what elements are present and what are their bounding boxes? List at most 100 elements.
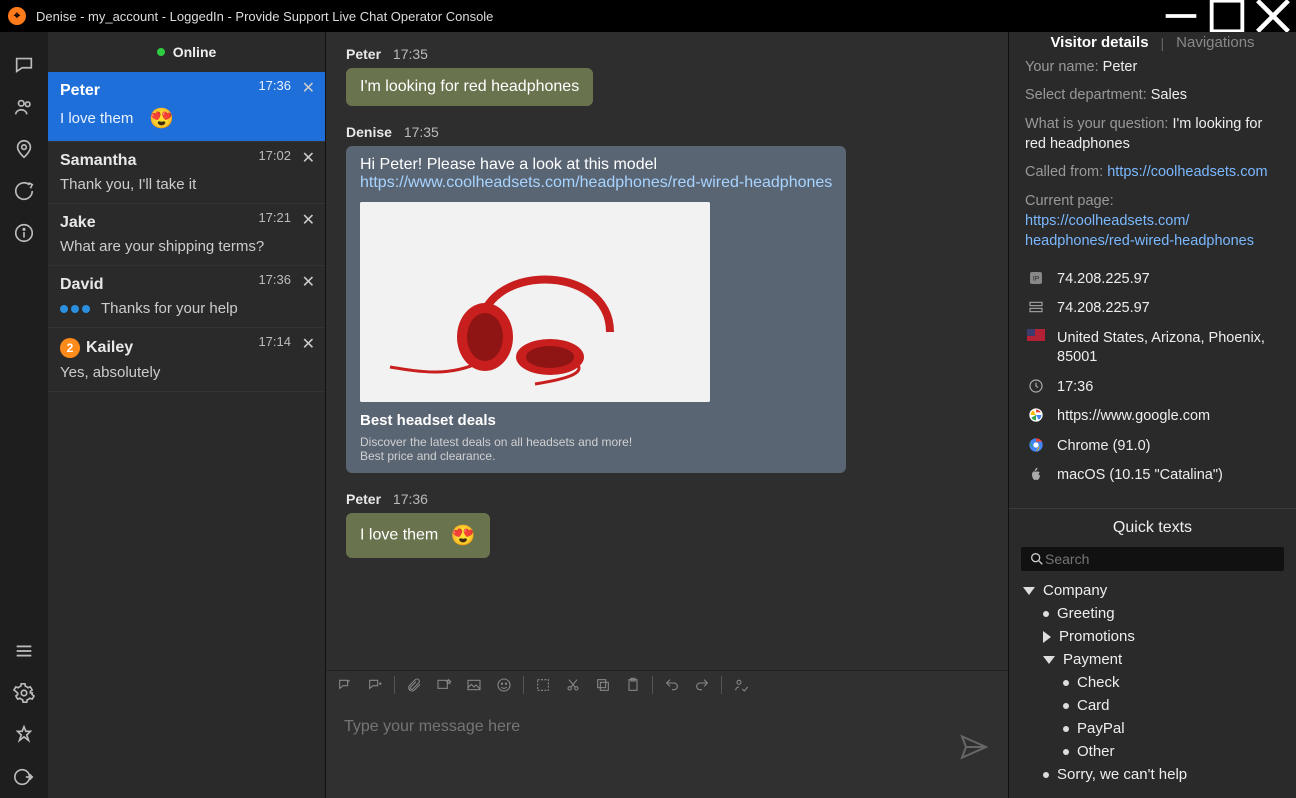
- transfer-chat-icon[interactable]: [334, 674, 356, 696]
- tab-visitor-details[interactable]: Visitor details: [1050, 34, 1148, 51]
- qt-node-check[interactable]: Check: [1023, 671, 1282, 694]
- qt-node-sorry[interactable]: Sorry, we can't help: [1023, 763, 1282, 786]
- qt-node-other[interactable]: Other: [1023, 740, 1282, 763]
- conversation-name: Jake: [60, 214, 96, 232]
- rail-badge-icon[interactable]: [0, 714, 48, 756]
- undo-icon[interactable]: [661, 674, 683, 696]
- conversation-item[interactable]: Peter 17:36 ✕ I love them😍: [48, 72, 325, 142]
- paste-icon[interactable]: [622, 674, 644, 696]
- message-time: 17:36: [393, 491, 428, 507]
- nav-rail: [0, 32, 48, 798]
- conversation-item[interactable]: 2Kailey 17:14 ✕ Yes, absolutely: [48, 328, 325, 392]
- conversation-name: Peter: [60, 82, 100, 100]
- message-bubble: I'm looking for red headphones: [346, 68, 593, 106]
- attach-icon[interactable]: [403, 674, 425, 696]
- bullet-icon: [1063, 726, 1069, 732]
- heart-eyes-emoji: 😍: [451, 525, 476, 547]
- bullet-icon: [1063, 680, 1069, 686]
- close-conversation-icon[interactable]: ✕: [302, 210, 315, 230]
- unread-badge: 2: [60, 338, 80, 358]
- message-bubble: Hi Peter! Please have a look at this mod…: [346, 146, 846, 473]
- spellcheck-icon[interactable]: [730, 674, 752, 696]
- status-dot-icon: [157, 48, 165, 56]
- message-operator: Denise 17:35 Hi Peter! Please have a loo…: [346, 124, 988, 473]
- qt-node-promotions[interactable]: Promotions: [1023, 625, 1282, 648]
- window-title: Denise - my_account - LoggedIn - Provide…: [36, 9, 493, 24]
- conversation-time: 17:14: [258, 334, 291, 349]
- composer-toolbar: [326, 670, 1008, 698]
- called-from-link[interactable]: https://coolheadsets.com: [1107, 164, 1267, 180]
- emoji-icon: 😍: [149, 106, 174, 131]
- qt-node-payment[interactable]: Payment: [1023, 648, 1282, 671]
- close-conversation-icon[interactable]: ✕: [302, 334, 315, 354]
- minimize-button[interactable]: [1158, 0, 1204, 32]
- rail-chats-icon[interactable]: [0, 44, 48, 86]
- rail-logout-icon[interactable]: [0, 756, 48, 798]
- close-window-button[interactable]: [1250, 0, 1296, 32]
- qt-node-paypal[interactable]: PayPal: [1023, 717, 1282, 740]
- send-button[interactable]: [958, 731, 990, 766]
- rail-info-icon[interactable]: [0, 212, 48, 254]
- copy-icon[interactable]: [592, 674, 614, 696]
- rail-location-icon[interactable]: [0, 128, 48, 170]
- rail-settings-icon[interactable]: [0, 672, 48, 714]
- image-star-icon[interactable]: [433, 674, 455, 696]
- emoji-icon[interactable]: [493, 674, 515, 696]
- operator-status[interactable]: Online: [48, 32, 325, 72]
- bullet-icon: [1043, 772, 1049, 778]
- conversation-preview: Thanks for your help: [60, 300, 313, 317]
- google-icon: [1027, 407, 1045, 423]
- maximize-button[interactable]: [1204, 0, 1250, 32]
- message-sender: Denise: [346, 124, 392, 140]
- expand-icon: [1023, 587, 1035, 595]
- quick-texts-panel: Quick texts Company Greeting Promotions …: [1009, 508, 1296, 798]
- rail-visitors-icon[interactable]: [0, 86, 48, 128]
- bullet-icon: [1063, 703, 1069, 709]
- visitor-details: Your name: Peter Select department: Sale…: [1009, 53, 1296, 508]
- message-visitor: Peter 17:35 I'm looking for red headphon…: [346, 46, 988, 106]
- chrome-icon: [1027, 437, 1045, 453]
- picture-icon[interactable]: [463, 674, 485, 696]
- message-time: 17:35: [404, 124, 439, 140]
- invite-chat-icon[interactable]: [364, 674, 386, 696]
- rail-menu-icon[interactable]: [0, 630, 48, 672]
- message-text: Hi Peter! Please have a look at this mod…: [360, 156, 832, 174]
- close-conversation-icon[interactable]: ✕: [302, 272, 315, 292]
- link-card-title: Best headset deals: [360, 412, 832, 429]
- close-conversation-icon[interactable]: ✕: [302, 78, 315, 98]
- details-tabs: Visitor details | Navigations: [1009, 32, 1296, 53]
- link-preview-image: [360, 202, 710, 402]
- right-panel: Visitor details | Navigations Your name:…: [1008, 32, 1296, 798]
- visitor-time: 17:36: [1057, 378, 1278, 398]
- tab-navigations[interactable]: Navigations: [1176, 34, 1254, 51]
- conversation-time: 17:02: [258, 148, 291, 163]
- qt-node-greeting[interactable]: Greeting: [1023, 602, 1282, 625]
- visitor-referrer-link[interactable]: https://www.google.com: [1057, 407, 1278, 427]
- message-link[interactable]: https://www.coolheadsets.com/headphones/…: [360, 174, 832, 191]
- conversation-name: Samantha: [60, 152, 136, 170]
- conversation-name: David: [60, 276, 104, 294]
- cut-icon[interactable]: [562, 674, 584, 696]
- message-sender: Peter: [346, 491, 381, 507]
- qt-node-card[interactable]: Card: [1023, 694, 1282, 717]
- conversation-item[interactable]: David 17:36 ✕ Thanks for your help: [48, 266, 325, 328]
- titlebar: ⌖ Denise - my_account - LoggedIn - Provi…: [0, 0, 1296, 32]
- select-icon[interactable]: [532, 674, 554, 696]
- redo-icon[interactable]: [691, 674, 713, 696]
- status-label: Online: [173, 44, 217, 60]
- close-conversation-icon[interactable]: ✕: [302, 148, 315, 168]
- typing-indicator-icon: [60, 300, 93, 317]
- quick-texts-search-input[interactable]: [1045, 551, 1276, 567]
- quick-texts-title: Quick texts: [1009, 509, 1296, 547]
- message-input[interactable]: [344, 718, 948, 736]
- conversation-item[interactable]: Samantha 17:02 ✕ Thank you, I'll take it: [48, 142, 325, 204]
- current-page-link[interactable]: https://coolheadsets.com/ headphones/red…: [1025, 213, 1254, 249]
- visitor-browser: Chrome (91.0): [1057, 437, 1278, 457]
- conversation-item[interactable]: Jake 17:21 ✕ What are your shipping term…: [48, 204, 325, 266]
- conversation-list: Online Peter 17:36 ✕ I love them😍 Samant…: [48, 32, 326, 798]
- expand-icon: [1043, 656, 1055, 664]
- message-list: Peter 17:35 I'm looking for red headphon…: [326, 32, 1008, 670]
- conversation-name: Kailey: [86, 339, 133, 357]
- rail-activity-icon[interactable]: [0, 170, 48, 212]
- qt-node-company[interactable]: Company: [1023, 579, 1282, 602]
